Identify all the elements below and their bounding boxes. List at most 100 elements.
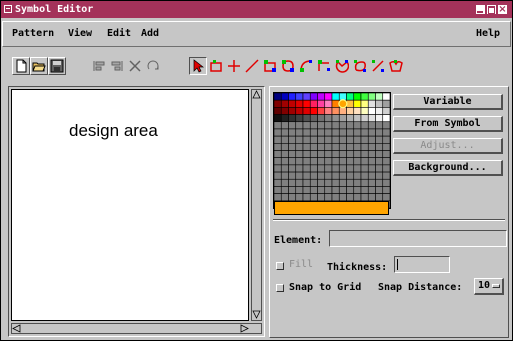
rectangle-point-icon[interactable] bbox=[207, 57, 225, 75]
palette-cell[interactable] bbox=[331, 128, 340, 137]
palette-cell[interactable] bbox=[302, 93, 311, 101]
palette-cell[interactable] bbox=[353, 93, 362, 101]
palette-cell[interactable] bbox=[295, 150, 304, 158]
palette-cell[interactable] bbox=[331, 121, 340, 130]
palette-cell[interactable] bbox=[274, 150, 282, 158]
palette-cell[interactable] bbox=[309, 128, 318, 137]
palette-cell[interactable] bbox=[338, 107, 347, 115]
palette-cell[interactable] bbox=[382, 107, 390, 115]
palette-cell[interactable] bbox=[288, 143, 297, 151]
palette-cell[interactable] bbox=[367, 99, 376, 108]
palette-cell[interactable] bbox=[288, 93, 297, 101]
palette-cell[interactable] bbox=[338, 164, 347, 173]
palette-cell[interactable] bbox=[317, 171, 326, 180]
palette-cell[interactable] bbox=[295, 99, 304, 108]
palette-cell[interactable] bbox=[302, 107, 311, 115]
palette-cell[interactable] bbox=[375, 128, 384, 137]
palette-cell[interactable] bbox=[324, 128, 333, 137]
chord-icon[interactable] bbox=[315, 57, 333, 75]
palette-cell[interactable] bbox=[375, 164, 384, 173]
polygon-icon[interactable] bbox=[279, 57, 297, 75]
menu-add[interactable]: Add bbox=[141, 28, 159, 39]
palette-cell[interactable] bbox=[324, 114, 333, 123]
palette-cell[interactable] bbox=[295, 121, 304, 130]
palette-cell[interactable] bbox=[274, 128, 282, 137]
text-line-icon[interactable] bbox=[369, 57, 387, 75]
palette-cell[interactable] bbox=[317, 186, 326, 194]
palette-cell[interactable] bbox=[331, 99, 340, 108]
palette-cell[interactable] bbox=[360, 107, 369, 115]
palette-cell[interactable] bbox=[324, 164, 333, 173]
palette-cell[interactable] bbox=[280, 135, 289, 144]
palette-cell[interactable] bbox=[309, 121, 318, 130]
menu-pattern[interactable]: Pattern bbox=[12, 28, 54, 39]
arc-icon[interactable] bbox=[297, 57, 315, 75]
polyline-icon[interactable] bbox=[261, 57, 279, 75]
palette-cell[interactable] bbox=[324, 157, 333, 166]
palette-cell[interactable] bbox=[331, 135, 340, 144]
horizontal-scrollbar[interactable] bbox=[11, 323, 262, 334]
palette-cell[interactable] bbox=[295, 128, 304, 137]
snap-to-grid-checkbox[interactable] bbox=[276, 284, 284, 292]
palette-cell[interactable] bbox=[382, 99, 390, 108]
palette-cell[interactable] bbox=[317, 157, 326, 166]
palette-cell[interactable] bbox=[317, 114, 326, 123]
palette-cell[interactable] bbox=[346, 135, 355, 144]
palette-cell[interactable] bbox=[309, 107, 318, 115]
palette-cell[interactable] bbox=[338, 128, 347, 137]
palette-cell[interactable] bbox=[280, 107, 289, 115]
palette-cell[interactable] bbox=[375, 135, 384, 144]
palette-cell[interactable] bbox=[288, 164, 297, 173]
palette-cell[interactable] bbox=[367, 128, 376, 137]
palette-cell[interactable] bbox=[338, 171, 347, 180]
palette-cell[interactable] bbox=[274, 157, 282, 166]
palette-cell[interactable] bbox=[309, 157, 318, 166]
rotate-icon[interactable] bbox=[144, 57, 162, 75]
palette-cell[interactable] bbox=[331, 186, 340, 194]
palette-cell[interactable] bbox=[317, 164, 326, 173]
palette-cell[interactable] bbox=[309, 171, 318, 180]
palette-cell[interactable] bbox=[295, 178, 304, 187]
palette-cell[interactable] bbox=[353, 99, 362, 108]
palette-cell[interactable] bbox=[295, 171, 304, 180]
palette-cell[interactable] bbox=[288, 99, 297, 108]
palette-cell[interactable] bbox=[274, 143, 282, 151]
palette-cell[interactable] bbox=[353, 164, 362, 173]
palette-cell[interactable] bbox=[331, 107, 340, 115]
palette-cell[interactable] bbox=[302, 143, 311, 151]
palette-cell[interactable] bbox=[288, 171, 297, 180]
palette-cell[interactable] bbox=[324, 143, 333, 151]
scroll-down-icon[interactable] bbox=[252, 310, 261, 319]
palette-cell[interactable] bbox=[331, 178, 340, 187]
palette-cell[interactable] bbox=[353, 178, 362, 187]
palette-cell[interactable] bbox=[346, 193, 355, 202]
close-icon[interactable]: × bbox=[498, 5, 507, 15]
variable-button[interactable]: Variable bbox=[393, 94, 503, 110]
palette-cell[interactable] bbox=[324, 135, 333, 144]
palette-cell[interactable] bbox=[360, 99, 369, 108]
palette-cell[interactable] bbox=[346, 107, 355, 115]
menu-edit[interactable]: Edit bbox=[107, 28, 131, 39]
palette-cell[interactable] bbox=[367, 164, 376, 173]
palette-cell[interactable] bbox=[331, 150, 340, 158]
palette-cell[interactable] bbox=[360, 178, 369, 187]
palette-cell[interactable] bbox=[360, 193, 369, 202]
palette-cell[interactable] bbox=[274, 193, 282, 202]
palette-cell[interactable] bbox=[346, 99, 355, 108]
palette-cell[interactable] bbox=[280, 93, 289, 101]
fill-checkbox[interactable] bbox=[276, 262, 284, 270]
palette-cell[interactable] bbox=[295, 114, 304, 123]
palette-cell[interactable] bbox=[382, 114, 390, 123]
palette-cell[interactable] bbox=[280, 178, 289, 187]
adjust-button[interactable]: Adjust... bbox=[393, 138, 503, 154]
palette-cell[interactable] bbox=[324, 121, 333, 130]
palette-cell[interactable] bbox=[346, 178, 355, 187]
palette-cell[interactable] bbox=[302, 150, 311, 158]
palette-cell[interactable] bbox=[353, 114, 362, 123]
palette-cell[interactable] bbox=[280, 99, 289, 108]
palette-cell[interactable] bbox=[274, 171, 282, 180]
palette-cell[interactable] bbox=[360, 93, 369, 101]
palette-cell[interactable] bbox=[317, 143, 326, 151]
palette-cell[interactable] bbox=[309, 99, 318, 108]
palette-cell[interactable] bbox=[302, 121, 311, 130]
